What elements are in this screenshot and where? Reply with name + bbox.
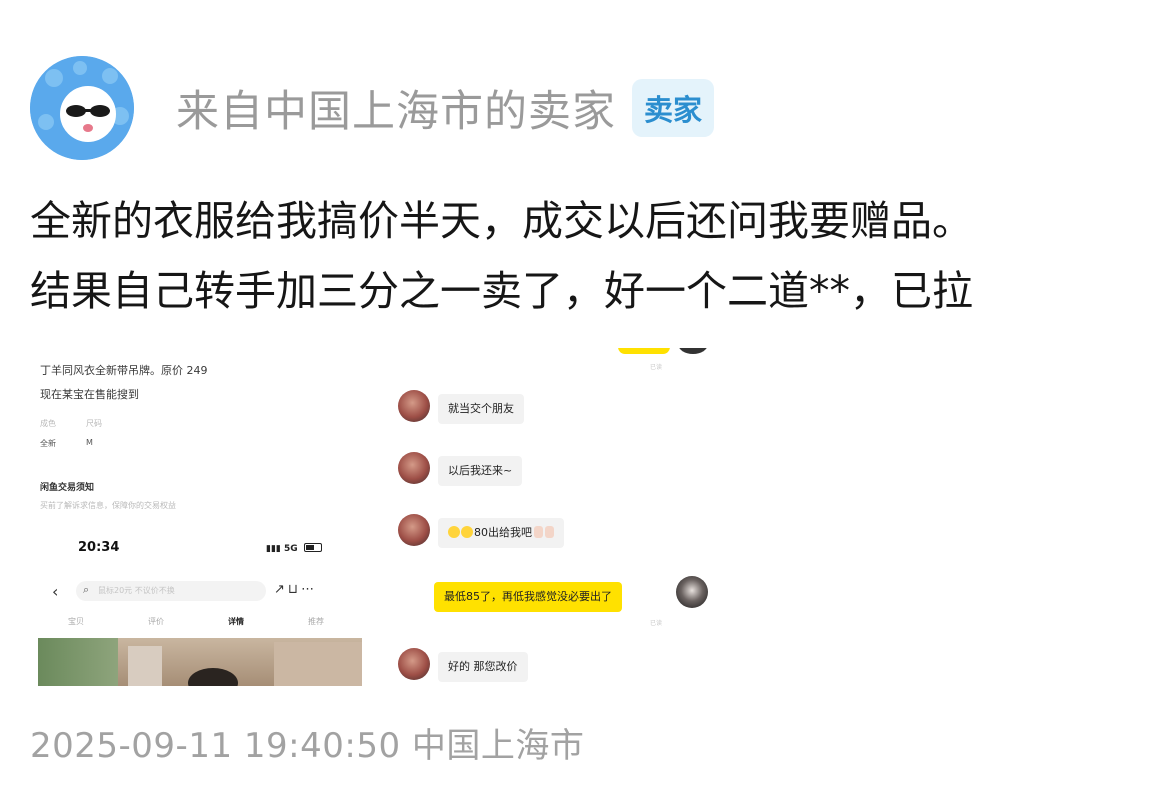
user-avatar[interactable] [30, 56, 134, 160]
chat-bubble-text: 80出给我吧 [474, 526, 532, 539]
chat-bubble-seller: 最低85了，再低我感觉没必要出了 [434, 582, 622, 612]
buyer-avatar [398, 514, 430, 546]
post-header: 来自中国上海市的卖家 卖家 [30, 56, 715, 160]
username[interactable]: 来自中国上海市的卖家 [176, 77, 616, 139]
trade-notice-title: 闲鱼交易须知 [40, 483, 95, 493]
ring-emoji-icon [534, 526, 543, 538]
buyer-avatar [398, 452, 430, 484]
listing-description-line: 丁羊同风衣全新带吊牌。原价 249 [40, 364, 208, 377]
listing-description-line: 现在某宝在售能搜到 [40, 388, 139, 401]
ring-emoji-icon [545, 526, 554, 538]
buyer-avatar [398, 390, 430, 422]
tab-details[interactable]: 详情 [228, 616, 244, 627]
chat-bubble-seller [618, 348, 670, 354]
tab-recommend[interactable]: 推荐 [308, 616, 324, 627]
buyer-avatar [398, 648, 430, 680]
search-icon: ⌕ [83, 583, 90, 596]
post-text-line: 全新的衣服给我搞价半天，成交以后还问我要赠品。 [30, 197, 973, 245]
emoji-icon [461, 526, 473, 538]
pufferfish-mascot-icon [30, 56, 134, 160]
back-arrow-icon[interactable]: ‹ [52, 582, 58, 601]
post-body: 全新的衣服给我搞价半天，成交以后还问我要赠品。 结果自己转手加三分之一卖了，好一… [30, 186, 1140, 326]
chat-bubble-buyer: 就当交个朋友 [438, 394, 524, 424]
chat-screenshot: 已读 就当交个朋友 以后我还来~ 80出给我吧 最低85了，再低我感觉没必要出了… [382, 348, 724, 686]
network-label: 5G [284, 544, 298, 554]
chat-bubble-buyer: 以后我还来~ [438, 456, 523, 486]
cart-icon[interactable]: ⊔ [288, 582, 301, 597]
post-text-line: 结果自己转手加三分之一卖了，好一个二道**，已拉 [30, 267, 973, 315]
tab-baobei[interactable]: 宝贝 [68, 616, 84, 627]
share-icon[interactable]: ↗ [274, 582, 288, 597]
battery-icon [303, 543, 322, 552]
read-status: 已读 [650, 620, 663, 627]
signal-icon: ▮▮▮ [266, 544, 281, 554]
post-timestamp: 2025-09-11 19:40:50 中国上海市 [30, 726, 585, 766]
seller-badge: 卖家 [632, 79, 715, 137]
emoji-icon [448, 526, 460, 538]
tab-reviews[interactable]: 评价 [148, 616, 164, 627]
status-bar-clock: 20:34 [78, 540, 120, 555]
attached-screenshot[interactable]: 丁羊同风衣全新带吊牌。原价 249 现在某宝在售能搜到 成色 尺码 全新 M 闲… [38, 348, 724, 686]
search-input[interactable]: ⌕ 鼠标20元 不议价不换 [76, 581, 266, 601]
nav-actions: ↗⊔⋯ [274, 582, 317, 597]
product-photo [38, 638, 362, 686]
read-status: 已读 [650, 364, 663, 371]
spec-value: 全新 [40, 439, 56, 448]
search-placeholder: 鼠标20元 不议价不换 [98, 586, 175, 595]
listing-screenshot: 丁羊同风衣全新带吊牌。原价 249 现在某宝在售能搜到 成色 尺码 全新 M 闲… [38, 348, 362, 686]
chat-bubble-buyer: 80出给我吧 [438, 518, 564, 548]
spec-label: 成色 [40, 419, 56, 428]
spec-value: M [86, 438, 93, 447]
trade-notice-text: 买前了解诉求信息，保障你的交易权益 [40, 501, 176, 510]
status-bar: ▮▮▮ 5G [266, 543, 322, 554]
seller-avatar [678, 348, 708, 354]
spec-label: 尺码 [86, 419, 102, 428]
more-icon[interactable]: ⋯ [301, 582, 317, 597]
chat-bubble-buyer: 好的 那您改价 [438, 652, 528, 682]
seller-avatar [676, 576, 708, 608]
